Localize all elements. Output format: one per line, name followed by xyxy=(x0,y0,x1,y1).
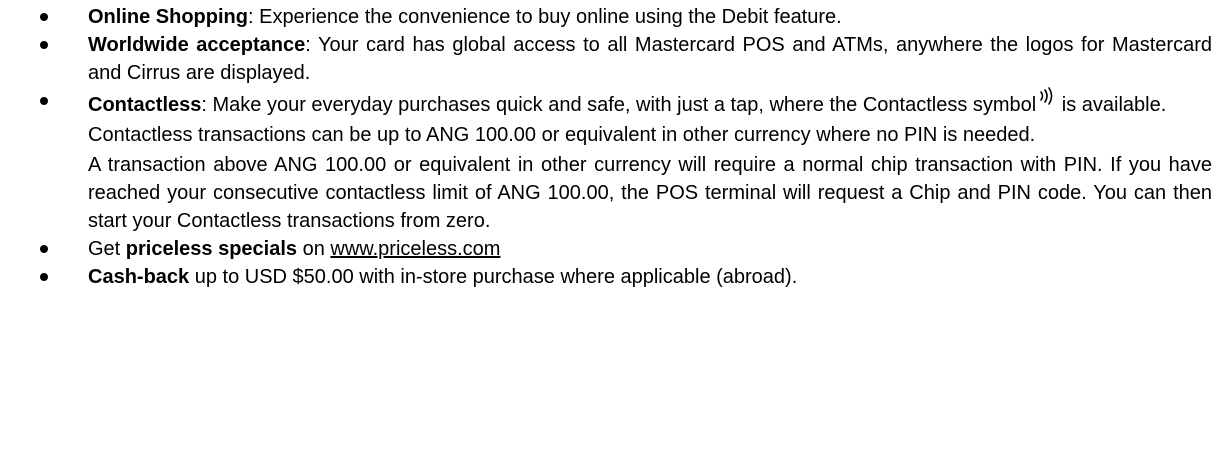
contactless-limit-paragraph: Contactless transactions can be up to AN… xyxy=(88,124,1036,146)
item-text: up to USD $50.00 with in-store purchase … xyxy=(189,266,798,288)
item-text: : Experience the convenience to buy onli… xyxy=(247,6,842,28)
document: Online Shopping: Experience the convenie… xyxy=(0,0,1220,470)
list-item-priceless-specials: Get priceless specials on www.priceless.… xyxy=(0,235,1212,263)
item-title: Online Shopping xyxy=(88,6,248,28)
item-title: Contactless xyxy=(88,94,202,116)
list-item-worldwide-acceptance: Worldwide acceptance: Your card has glob… xyxy=(0,31,1212,87)
bullet-icon xyxy=(40,13,48,21)
list-item-online-shopping: Online Shopping: Experience the convenie… xyxy=(0,3,1212,31)
item-text: : Make your everyday purchases quick and… xyxy=(201,94,1037,116)
item-title: Cash-back xyxy=(88,266,190,288)
list-item-cash-back: Cash-back up to USD $50.00 with in-store… xyxy=(0,263,1212,291)
contactless-icon xyxy=(1040,87,1053,105)
contactless-pin-paragraph: A transaction above ANG 100.00 or equiva… xyxy=(88,154,1212,232)
bullet-icon xyxy=(40,245,48,253)
item-title: priceless specials xyxy=(125,238,298,260)
bullet-icon xyxy=(40,41,48,49)
feature-list: Online Shopping: Experience the convenie… xyxy=(0,3,1212,291)
item-title: Worldwide acceptance xyxy=(88,34,306,56)
bullet-icon xyxy=(40,273,48,281)
priceless-link[interactable]: www.priceless.com xyxy=(330,238,500,260)
item-text-prefix: Get xyxy=(88,238,126,260)
bullet-icon xyxy=(40,97,48,105)
item-text-end: is available. xyxy=(1056,94,1167,116)
item-text-mid: on xyxy=(297,238,331,260)
list-item-contactless: Contactless: Make your everyday purchase… xyxy=(0,87,1212,235)
